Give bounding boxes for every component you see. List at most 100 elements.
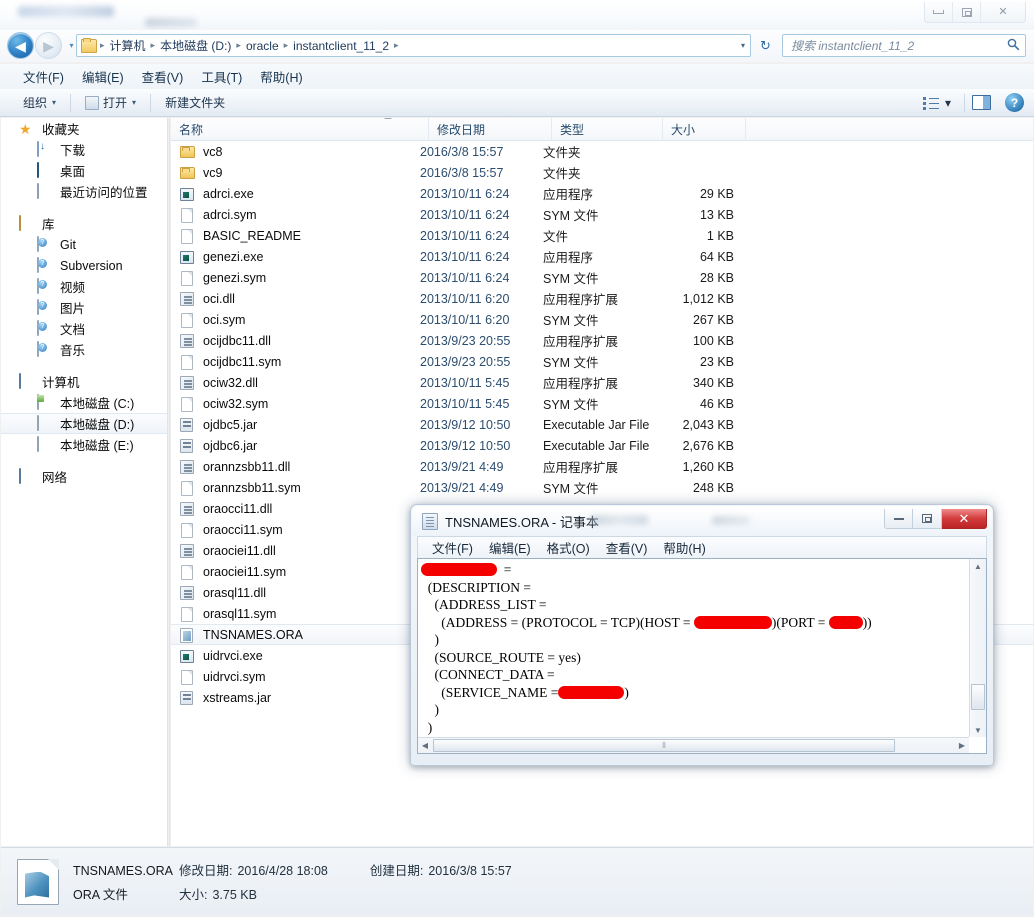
breadcrumb-item-instantclient[interactable]: instantclient_11_2 xyxy=(289,39,393,53)
table-row[interactable]: orannzsbb11.sym 2013/9/21 4:49 SYM 文件 248 K… xyxy=(171,477,1033,498)
forward-arrow-icon: ▶ xyxy=(43,37,54,54)
sidebar-group-network[interactable]: 网络 xyxy=(1,466,167,487)
sidebar-item-drive-c[interactable]: 本地磁盘 (C:) xyxy=(1,392,167,413)
sidebar-item-drive-d[interactable]: 本地磁盘 (D:) xyxy=(1,413,167,434)
sidebar-group-label: 收藏夹 xyxy=(42,123,80,137)
menu-view[interactable]: 查看(V) xyxy=(133,64,193,89)
file-name-cell: vc9 xyxy=(171,165,420,181)
table-row[interactable]: oci.sym 2013/10/11 6:20 SYM 文件 267 KB xyxy=(171,309,1033,330)
notepad-title-bar[interactable]: TNSNAMES.ORA - 记事本 ✕ xyxy=(412,506,992,536)
sidebar-item-git[interactable]: Git xyxy=(1,234,167,255)
notepad-minimize-button[interactable] xyxy=(884,509,913,529)
sidebar-item-downloads[interactable]: 下载 xyxy=(1,139,167,160)
sidebar-item-music[interactable]: 音乐 xyxy=(1,339,167,360)
organize-button[interactable]: 组织 ▾ xyxy=(16,91,63,114)
table-row[interactable]: adrci.exe 2013/10/11 6:24 应用程序 29 KB xyxy=(171,183,1033,204)
horizontal-scroll-thumb[interactable]: ⦀ xyxy=(433,739,895,752)
sidebar-item-videos[interactable]: 视频 xyxy=(1,276,167,297)
table-row[interactable]: adrci.sym 2013/10/11 6:24 SYM 文件 13 KB xyxy=(171,204,1033,225)
table-row[interactable]: ocijdbc11.sym 2013/9/23 20:55 SYM 文件 23 KB xyxy=(171,351,1033,372)
notepad-text-content[interactable]: = (DESCRIPTION = (ADDRESS_LIST = (ADDRES… xyxy=(421,561,968,735)
scroll-down-icon[interactable]: ▼ xyxy=(970,723,986,737)
sidebar-group-computer[interactable]: 计算机 xyxy=(1,371,167,392)
redaction-bar xyxy=(693,615,772,629)
sidebar-item-desktop[interactable]: 桌面 xyxy=(1,160,167,181)
back-button[interactable]: ◀ xyxy=(7,32,34,59)
breadcrumb-history-caret[interactable]: ▾ xyxy=(741,41,750,50)
scroll-left-icon[interactable]: ◀ xyxy=(418,738,432,753)
column-header-size[interactable]: 大小 xyxy=(663,118,746,141)
sidebar-group-libraries[interactable]: 库 xyxy=(1,213,167,234)
table-row[interactable]: orannzsbb11.dll 2013/9/21 4:49 应用程序扩展 1,260… xyxy=(171,456,1033,477)
view-options-caret[interactable]: ▾ xyxy=(941,93,957,113)
notepad-close-button[interactable]: ✕ xyxy=(942,509,987,529)
breadcrumb-item-drive[interactable]: 本地磁盘 (D:) xyxy=(156,37,235,54)
menu-tools[interactable]: 工具(T) xyxy=(192,64,251,89)
refresh-button[interactable]: ↻ xyxy=(755,35,776,56)
breadcrumb-item-computer[interactable]: 计算机 xyxy=(106,37,150,54)
file-date-cell: 2013/9/21 4:49 xyxy=(420,480,504,495)
dll-icon xyxy=(180,333,197,349)
table-row[interactable]: oci.dll 2013/10/11 6:20 应用程序扩展 1,012 KB xyxy=(171,288,1033,309)
explorer-maximize-button[interactable] xyxy=(953,2,981,22)
file-name-label: genezi.sym xyxy=(203,270,267,285)
blurred-title-text-secondary xyxy=(145,18,197,27)
sidebar-item-documents[interactable]: 文档 xyxy=(1,318,167,339)
open-button[interactable]: 打开 ▾ xyxy=(78,91,143,114)
notepad-menu-edit[interactable]: 编辑(E) xyxy=(481,536,539,559)
table-row[interactable]: ojdbc6.jar 2013/9/12 10:50 Executable Jar … xyxy=(171,435,1033,456)
dll-icon xyxy=(180,543,197,559)
table-row[interactable]: ojdbc5.jar 2013/9/12 10:50 Executable Jar … xyxy=(171,414,1033,435)
explorer-minimize-button[interactable] xyxy=(925,2,953,22)
table-row[interactable]: ociw32.dll 2013/10/11 5:45 应用程序扩展 340 KB xyxy=(171,372,1033,393)
pane-splitter[interactable] xyxy=(167,118,170,846)
table-row[interactable]: genezi.sym 2013/10/11 6:24 SYM 文件 28 KB xyxy=(171,267,1033,288)
scroll-right-icon[interactable]: ▶ xyxy=(955,738,969,753)
table-row[interactable]: BASIC_README 2013/10/11 6:24 文件 1 KB xyxy=(171,225,1033,246)
list-view-icon[interactable] xyxy=(921,94,941,112)
file-name-label: vc8 xyxy=(203,144,223,159)
new-folder-button[interactable]: 新建文件夹 xyxy=(158,91,232,114)
scroll-up-icon[interactable]: ▲ xyxy=(970,559,986,573)
menu-help[interactable]: 帮助(H) xyxy=(251,64,311,89)
sidebar-item-pictures[interactable]: 图片 xyxy=(1,297,167,318)
notepad-text-area[interactable]: = (DESCRIPTION = (ADDRESS_LIST = (ADDRES… xyxy=(417,558,987,754)
preview-pane-icon[interactable] xyxy=(972,95,991,110)
notepad-text-segment: (ADDRESS_LIST = xyxy=(421,597,547,612)
table-row[interactable]: vc9 2016/3/8 15:57 文件夹 xyxy=(171,162,1033,183)
sidebar-item-recent-places[interactable]: 最近访问的位置 xyxy=(1,181,167,202)
explorer-close-button[interactable]: ✕ xyxy=(981,2,1025,22)
notepad-menu-format[interactable]: 格式(O) xyxy=(539,536,598,559)
table-row[interactable]: vc8 2016/3/8 15:57 文件夹 xyxy=(171,141,1033,162)
menu-edit[interactable]: 编辑(E) xyxy=(73,64,133,89)
table-row[interactable]: ociw32.sym 2013/10/11 5:45 SYM 文件 46 KB xyxy=(171,393,1033,414)
vertical-scroll-thumb[interactable] xyxy=(971,684,985,710)
menu-file[interactable]: 文件(F) xyxy=(14,64,73,89)
file-type-cell: 应用程序扩展 xyxy=(543,335,619,349)
forward-button[interactable]: ▶ xyxy=(35,32,62,59)
file-size-cell: 23 KB xyxy=(699,354,734,369)
notepad-vertical-scrollbar[interactable]: ▲ ▼ xyxy=(969,559,986,737)
sidebar-item-subversion[interactable]: Subversion xyxy=(1,255,167,276)
breadcrumb[interactable]: ▸ 计算机 ▸ 本地磁盘 (D:) ▸ oracle ▸ instantclie… xyxy=(76,34,751,57)
table-row[interactable]: genezi.exe 2013/10/11 6:24 应用程序 64 KB xyxy=(171,246,1033,267)
dll-icon xyxy=(180,459,197,475)
sidebar-group-favorites[interactable]: ★ 收藏夹 xyxy=(1,118,167,139)
search-box[interactable]: 搜索 instantclient_11_2 xyxy=(782,34,1026,57)
notepad-menu-view[interactable]: 查看(V) xyxy=(598,536,656,559)
search-input[interactable]: 搜索 instantclient_11_2 xyxy=(783,37,1001,54)
navigation-buttons: ◀ ▶ ▾ xyxy=(7,32,78,59)
table-row[interactable]: ocijdbc11.dll 2013/9/23 20:55 应用程序扩展 100 KB xyxy=(171,330,1033,351)
notepad-horizontal-scrollbar[interactable]: ◀ ⦀ ▶ xyxy=(418,737,969,753)
column-header-name[interactable]: 名称 xyxy=(171,118,429,141)
sidebar-item-drive-e[interactable]: 本地磁盘 (E:) xyxy=(1,434,167,455)
breadcrumb-item-oracle[interactable]: oracle xyxy=(242,39,283,53)
notepad-maximize-button[interactable] xyxy=(913,509,942,529)
column-header-date[interactable]: 修改日期 xyxy=(429,118,552,141)
column-header-type[interactable]: 类型 xyxy=(552,118,663,141)
help-icon[interactable]: ? xyxy=(1005,93,1024,112)
notepad-menu-help[interactable]: 帮助(H) xyxy=(655,536,713,559)
ora-file-large-icon xyxy=(17,858,59,905)
file-size-cell: 248 KB xyxy=(692,480,734,495)
notepad-menu-file[interactable]: 文件(F) xyxy=(424,536,481,559)
